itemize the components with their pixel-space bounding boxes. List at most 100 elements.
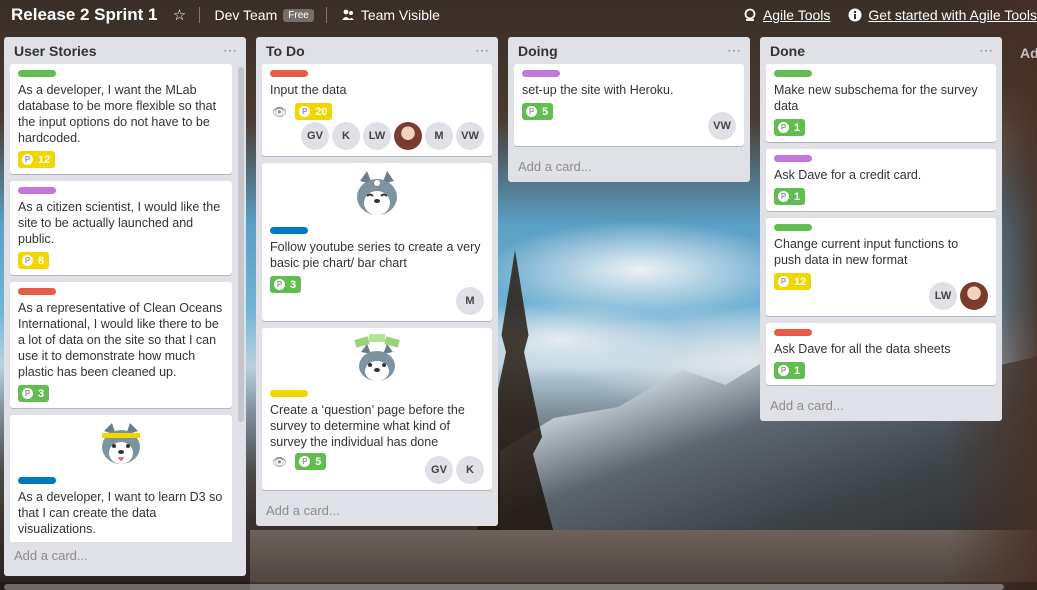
member-avatar[interactable]: K: [456, 456, 484, 484]
member-avatar[interactable]: VW: [456, 122, 484, 150]
member-avatar[interactable]: M: [425, 122, 453, 150]
card-label-purple[interactable]: [18, 187, 56, 194]
points-icon: P: [778, 276, 789, 287]
points-value: 3: [38, 387, 45, 400]
story-points-badge: P3: [270, 276, 302, 293]
add-card-button[interactable]: Add a card...: [760, 392, 1002, 421]
member-avatar[interactable]: GV: [425, 456, 453, 484]
story-points-badge: P3: [18, 385, 50, 402]
card-label-red[interactable]: [270, 70, 308, 77]
list-card[interactable]: Ask Dave for all the data sheets P1: [766, 323, 996, 385]
list-card[interactable]: As a representative of Clean Oceans Inte…: [10, 282, 232, 408]
member-avatar[interactable]: GV: [301, 122, 329, 150]
list-card[interactable]: As a citizen scientist, I would like the…: [10, 181, 232, 275]
list-menu-icon[interactable]: ⋯: [979, 42, 994, 59]
card-title: Input the data: [270, 83, 347, 97]
visibility-button[interactable]: Team Visible: [341, 7, 440, 23]
get-started-button[interactable]: Get started with Agile Tools: [848, 7, 1037, 23]
header-divider: [325, 7, 327, 23]
points-value: 12: [38, 153, 51, 166]
member-avatar[interactable]: LW: [929, 282, 957, 310]
card-label-purple[interactable]: [774, 155, 812, 162]
points-icon: P: [22, 154, 33, 165]
list-menu-icon[interactable]: ⋯: [223, 42, 238, 59]
list-card[interactable]: Ask Dave for a credit card. P1: [766, 149, 996, 211]
card-title: As a developer, I want to learn D3 so th…: [18, 490, 223, 536]
points-value: 12: [794, 275, 807, 288]
star-icon[interactable]: ☆: [171, 7, 187, 24]
list-card[interactable]: As a developer, I want the MLab database…: [10, 64, 232, 174]
member-avatar-photo[interactable]: [960, 282, 988, 310]
agile-tools-link[interactable]: Agile Tools: [763, 7, 830, 23]
list-card[interactable]: Make new subschema for the survey data P…: [766, 64, 996, 142]
list-doing: Doing ⋯ set-up the site with Heroku. P5 …: [508, 37, 750, 182]
points-icon: P: [274, 279, 285, 290]
list-card[interactable]: set-up the site with Heroku. P5 VW: [514, 64, 744, 146]
member-avatar[interactable]: VW: [708, 112, 736, 140]
card-title: Follow youtube series to create a very b…: [270, 240, 481, 270]
points-icon: P: [778, 122, 789, 133]
card-label-purple[interactable]: [522, 70, 560, 77]
team-button[interactable]: Dev Team Free: [214, 7, 314, 23]
points-icon: P: [299, 106, 311, 117]
card-label-green[interactable]: [774, 70, 812, 77]
list-title[interactable]: Done: [770, 43, 805, 59]
card-title: set-up the site with Heroku.: [522, 83, 674, 97]
list-title[interactable]: Doing: [518, 43, 558, 59]
card-title: As a developer, I want the MLab database…: [18, 83, 217, 145]
add-card-button[interactable]: Add a card...: [4, 542, 246, 571]
card-title: Ask Dave for a credit card.: [774, 168, 922, 182]
husky-sticker: [270, 169, 484, 221]
list-scrollbar[interactable]: [238, 67, 244, 422]
list-menu-icon[interactable]: ⋯: [727, 42, 742, 59]
member-avatar[interactable]: LW: [363, 122, 391, 150]
member-avatar[interactable]: M: [456, 287, 484, 315]
team-name: Dev Team: [214, 7, 278, 23]
board-header: Release 2 Sprint 1 ☆ Dev Team Free Team …: [0, 0, 1037, 30]
horizontal-scrollbar[interactable]: [4, 584, 1004, 590]
card-label-yellow[interactable]: [270, 390, 308, 397]
member-avatar-photo[interactable]: [394, 122, 422, 150]
husky-money-sticker: [270, 334, 484, 384]
add-list-button[interactable]: Ad: [1020, 45, 1037, 61]
info-icon: [848, 8, 862, 22]
card-label-blue[interactable]: [270, 227, 308, 234]
card-label-green[interactable]: [18, 70, 56, 77]
background-road: [250, 530, 1037, 590]
card-label-green[interactable]: [774, 224, 812, 231]
points-value: 1: [794, 190, 801, 203]
card-label-blue[interactable]: [18, 477, 56, 484]
list-card[interactable]: As a developer, I want to learn D3 so th…: [10, 415, 232, 542]
list-done: Done ⋯ Make new subschema for the survey…: [760, 37, 1002, 421]
board-title[interactable]: Release 2 Sprint 1: [11, 5, 157, 25]
agile-tools-button[interactable]: Agile Tools: [743, 7, 830, 23]
add-card-button[interactable]: Add a card...: [508, 153, 750, 182]
card-label-red[interactable]: [774, 329, 812, 336]
points-icon: P: [299, 456, 311, 467]
card-title: Create a ‘question’ page before the surv…: [270, 403, 465, 449]
list-user-stories: User Stories ⋯ As a developer, I want th…: [4, 37, 246, 576]
header-divider: [199, 7, 201, 23]
list-card[interactable]: Change current input functions to push d…: [766, 218, 996, 316]
list-card[interactable]: Input the data 👁 P 20 GV K LW M VW: [262, 64, 492, 156]
list-title[interactable]: User Stories: [14, 43, 96, 59]
points-value: 1: [794, 364, 801, 377]
list-card[interactable]: Follow youtube series to create a very b…: [262, 163, 492, 321]
add-card-button[interactable]: Add a card...: [256, 497, 498, 526]
agile-tools-icon: [744, 8, 756, 21]
story-points-badge: P1: [774, 188, 806, 205]
list-card[interactable]: Create a ‘question’ page before the surv…: [262, 328, 492, 490]
list-title[interactable]: To Do: [266, 43, 305, 59]
story-points-badge: P1: [774, 119, 806, 136]
get-started-link[interactable]: Get started with Agile Tools: [868, 7, 1037, 23]
husky-sticker: [18, 421, 224, 471]
visibility-label: Team Visible: [360, 7, 440, 23]
story-points-badge: P 12: [774, 273, 812, 290]
member-avatar[interactable]: K: [332, 122, 360, 150]
card-label-red[interactable]: [18, 288, 56, 295]
card-title: As a representative of Clean Oceans Inte…: [18, 301, 223, 379]
points-value: 3: [290, 278, 297, 291]
list-menu-icon[interactable]: ⋯: [475, 42, 490, 59]
card-title: Make new subschema for the survey data: [774, 83, 978, 113]
watch-icon: 👁: [272, 104, 288, 119]
